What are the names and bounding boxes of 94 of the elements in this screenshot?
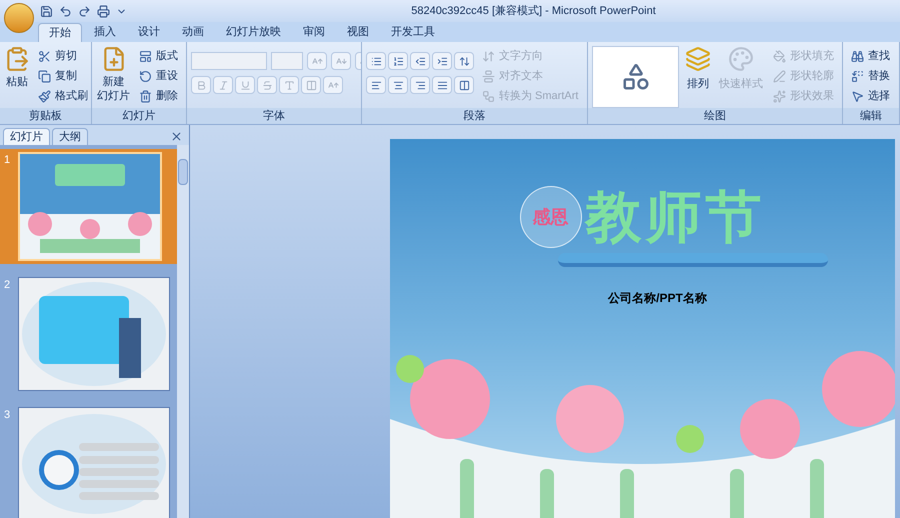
group-label: 段落: [362, 108, 587, 124]
group-label: 编辑: [843, 108, 899, 124]
find-icon: [851, 50, 864, 62]
group-label: 绘图: [588, 108, 842, 124]
italic-icon: [218, 80, 228, 90]
ribbon-tab[interactable]: 插入: [84, 23, 126, 42]
arrange-button[interactable]: 排列: [683, 46, 713, 92]
pane-tab[interactable]: 幻灯片: [3, 128, 50, 145]
group-label: 幻灯片: [92, 108, 186, 124]
paste-button[interactable]: 粘贴: [4, 46, 30, 90]
slide-thumbnail[interactable]: [20, 154, 160, 259]
group-label: 字体: [187, 108, 361, 124]
font-size-field[interactable]: [271, 52, 303, 70]
ribbon-tab[interactable]: 开始: [38, 23, 82, 42]
align-text-icon: [482, 70, 495, 82]
slide-thumbnail[interactable]: [19, 278, 169, 390]
shape-fill-icon: [773, 50, 786, 62]
new-slide-button[interactable]: 新建 幻灯片: [96, 46, 131, 104]
slide-thumbnail[interactable]: [19, 408, 169, 518]
align-left-icon: [370, 80, 382, 90]
decrease-indent-button[interactable]: [410, 52, 430, 70]
layers-icon: [685, 46, 711, 72]
grow-font-icon: [312, 56, 322, 66]
replace-icon: [851, 70, 864, 82]
case-icon: [328, 80, 338, 90]
layout-icon: [139, 50, 152, 62]
scrollbar[interactable]: [177, 145, 189, 518]
slide-title: 教师节: [586, 184, 766, 250]
smartart-icon: [482, 90, 495, 102]
justify-icon: [436, 80, 448, 90]
line-spacing-button[interactable]: [454, 52, 474, 70]
center-button[interactable]: [388, 76, 408, 94]
format-painter-button[interactable]: 格式刷: [34, 86, 91, 106]
delete-button[interactable]: 删除: [135, 86, 182, 106]
shadow-icon: [284, 80, 294, 90]
undo-icon[interactable]: [59, 4, 72, 18]
underline-icon: [240, 80, 250, 90]
decrease-indent-icon: [414, 56, 426, 66]
layout-button[interactable]: 版式: [135, 46, 182, 66]
columns-icon: [458, 80, 470, 90]
redo-icon[interactable]: [78, 4, 91, 18]
strikethrough-icon: [262, 80, 272, 90]
reset-icon: [139, 70, 152, 82]
ribbon-tab[interactable]: 动画: [172, 23, 214, 42]
badge-text: 感恩: [532, 206, 568, 228]
palette-icon: [728, 46, 754, 72]
slide-number: 1: [4, 153, 12, 168]
slide-subtitle: 公司名称/PPT名称: [608, 290, 707, 307]
copy-button[interactable]: 复制: [34, 66, 91, 86]
spacing-icon: [306, 80, 316, 90]
select-icon: [851, 90, 864, 102]
group-label: 剪贴板: [0, 108, 91, 124]
bold-icon: [196, 80, 206, 90]
columns-button[interactable]: [454, 76, 474, 94]
shape-effects-icon: [773, 90, 786, 102]
ribbon-tab[interactable]: 设计: [128, 23, 170, 42]
text-direction-icon: [482, 50, 495, 62]
align-right-button[interactable]: [410, 76, 430, 94]
shape-outline-icon: [773, 70, 786, 82]
slide-number: 3: [4, 408, 12, 423]
find-button[interactable]: 查找: [847, 46, 894, 66]
center-icon: [392, 80, 404, 90]
line-spacing-icon: [458, 56, 470, 66]
numbering-button[interactable]: [388, 52, 408, 70]
shapes-icon: [620, 62, 650, 92]
increase-indent-button[interactable]: [432, 52, 452, 70]
align-left-button[interactable]: [366, 76, 386, 94]
cut-icon: [38, 50, 51, 62]
save-icon[interactable]: [40, 4, 53, 18]
reset-button[interactable]: 重设: [135, 66, 182, 86]
numbering-icon: [392, 56, 404, 66]
delete-icon: [139, 90, 152, 102]
ribbon-tab[interactable]: 幻灯片放映: [216, 23, 291, 42]
shrink-font-icon: [336, 56, 346, 66]
replace-button[interactable]: 替换: [847, 66, 894, 86]
slide-number: 2: [4, 278, 12, 293]
ribbon-tab[interactable]: 审阅: [293, 23, 335, 42]
close-icon[interactable]: [170, 130, 183, 143]
justify-button[interactable]: [432, 76, 452, 94]
select-button[interactable]: 选择: [847, 86, 894, 106]
print-icon[interactable]: [97, 4, 110, 18]
ribbon-tab[interactable]: 开发工具: [381, 23, 445, 42]
ribbon-tab[interactable]: 视图: [337, 23, 379, 42]
slide-canvas[interactable]: 感恩 教师节 公司名称/PPT名称: [390, 139, 895, 518]
increase-indent-icon: [436, 56, 448, 66]
cut-button[interactable]: 剪切: [34, 46, 91, 66]
format-painter-icon: [38, 90, 51, 102]
copy-icon: [38, 70, 51, 82]
shape-gallery[interactable]: [592, 46, 679, 108]
bullets-button[interactable]: [366, 52, 386, 70]
align-right-icon: [414, 80, 426, 90]
office-button[interactable]: [4, 3, 34, 33]
window-title: 58240c392cc45 [兼容模式] - Microsoft PowerPoint: [410, 4, 657, 19]
pane-tab[interactable]: 大纲: [52, 128, 88, 145]
